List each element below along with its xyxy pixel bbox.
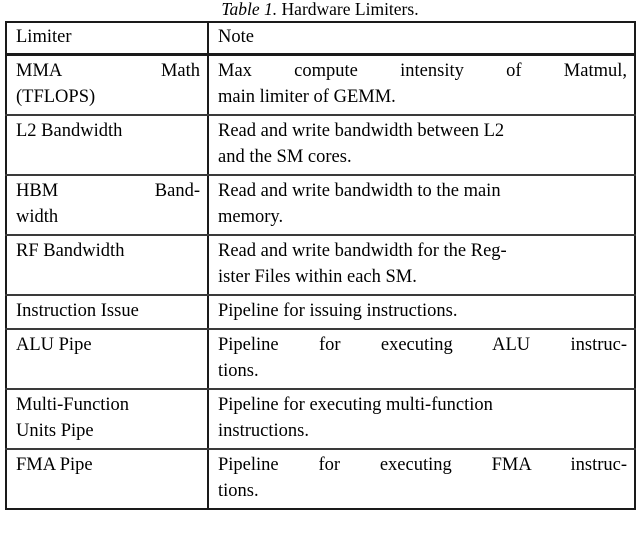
- table-row: ALU Pipe Pipeline for executing ALU inst…: [5, 328, 636, 390]
- table-row: L2 Bandwidth Read and write bandwidth be…: [5, 114, 636, 176]
- table-row: MMA Math (TFLOPS) Max compute intensity …: [5, 53, 636, 116]
- cell-limiter: ALU Pipe: [5, 328, 209, 390]
- note-line-1: Max compute intensity of Matmul,: [218, 61, 627, 81]
- cell-limiter: RF Bandwidth: [5, 234, 209, 296]
- table-figure: Table 1. Hardware Limiters. Limiter Note…: [0, 0, 640, 542]
- limiter-line-1: L2 Bandwidth: [16, 121, 123, 141]
- cell-limiter: MMA Math (TFLOPS): [5, 53, 209, 116]
- cell-limiter: HBM Band- width: [5, 174, 209, 236]
- limiter-line-1: ALU Pipe: [16, 335, 92, 355]
- note-line-1: Read and write bandwidth for the Reg-: [218, 241, 507, 261]
- table-row: RF Bandwidth Read and write bandwidth fo…: [5, 234, 636, 296]
- note-line-2: tions.: [218, 361, 259, 381]
- note-line-2: instructions.: [218, 421, 309, 441]
- limiter-line-1: HBM Band-: [16, 181, 200, 201]
- limiter-line-1: MMA Math: [16, 61, 200, 81]
- cell-note: Max compute intensity of Matmul, main li…: [207, 53, 636, 116]
- cell-note: Read and write bandwidth between L2 and …: [207, 114, 636, 176]
- table-row: Instruction Issue Pipeline for issuing i…: [5, 294, 636, 330]
- limiter-line-2: width: [16, 207, 59, 227]
- limiter-line-1: Multi-Function: [16, 395, 130, 415]
- note-line-2: ister Files within each SM.: [218, 267, 417, 287]
- table-caption-title: Hardware Limiters.: [281, 0, 419, 19]
- table-caption-number: Table 1.: [221, 0, 278, 19]
- cell-note: Read and write bandwidth for the Reg- is…: [207, 234, 636, 296]
- note-line-1: Pipeline for issuing instructions.: [218, 301, 458, 321]
- note-line-2: and the SM cores.: [218, 147, 352, 167]
- hardware-limiters-table: Limiter Note MMA Math (TFLOPS) Max compu…: [5, 21, 636, 510]
- cell-note: Pipeline for executing multi-function in…: [207, 388, 636, 450]
- note-line-1: Read and write bandwidth to the main: [218, 181, 501, 201]
- table-header-row: Limiter Note: [5, 21, 636, 56]
- limiter-line-1: FMA Pipe: [16, 455, 93, 475]
- limiter-line-1: RF Bandwidth: [16, 241, 125, 261]
- table-header: Limiter Note: [5, 21, 636, 56]
- note-line-1: Pipeline for executing ALU instruc-: [218, 335, 627, 355]
- limiter-line-2: Units Pipe: [16, 421, 94, 441]
- note-line-1: Pipeline for executing FMA instruc-: [218, 455, 627, 475]
- column-header-limiter: Limiter: [5, 21, 209, 56]
- note-line-1: Pipeline for executing multi-function: [218, 395, 493, 415]
- table-container: Limiter Note MMA Math (TFLOPS) Max compu…: [5, 21, 636, 510]
- cell-note: Pipeline for executing FMA instruc- tion…: [207, 448, 636, 510]
- cell-limiter: Instruction Issue: [5, 294, 209, 330]
- cell-note: Read and write bandwidth to the main mem…: [207, 174, 636, 236]
- table-row: HBM Band- width Read and write bandwidth…: [5, 174, 636, 236]
- cell-note: Pipeline for issuing instructions.: [207, 294, 636, 330]
- limiter-line-2: (TFLOPS): [16, 87, 96, 107]
- cell-limiter: L2 Bandwidth: [5, 114, 209, 176]
- cell-limiter: FMA Pipe: [5, 448, 209, 510]
- note-line-1: Read and write bandwidth between L2: [218, 121, 505, 141]
- note-line-2: tions.: [218, 481, 259, 501]
- table-row: Multi-Function Units Pipe Pipeline for e…: [5, 388, 636, 450]
- cell-note: Pipeline for executing ALU instruc- tion…: [207, 328, 636, 390]
- table-body: MMA Math (TFLOPS) Max compute intensity …: [5, 53, 636, 510]
- column-header-note: Note: [207, 21, 636, 56]
- cell-limiter: Multi-Function Units Pipe: [5, 388, 209, 450]
- note-line-2: memory.: [218, 207, 284, 227]
- limiter-line-1: Instruction Issue: [16, 301, 139, 321]
- table-caption: Table 1. Hardware Limiters.: [0, 0, 640, 19]
- note-line-2: main limiter of GEMM.: [218, 87, 396, 107]
- table-row: FMA Pipe Pipeline for executing FMA inst…: [5, 448, 636, 510]
